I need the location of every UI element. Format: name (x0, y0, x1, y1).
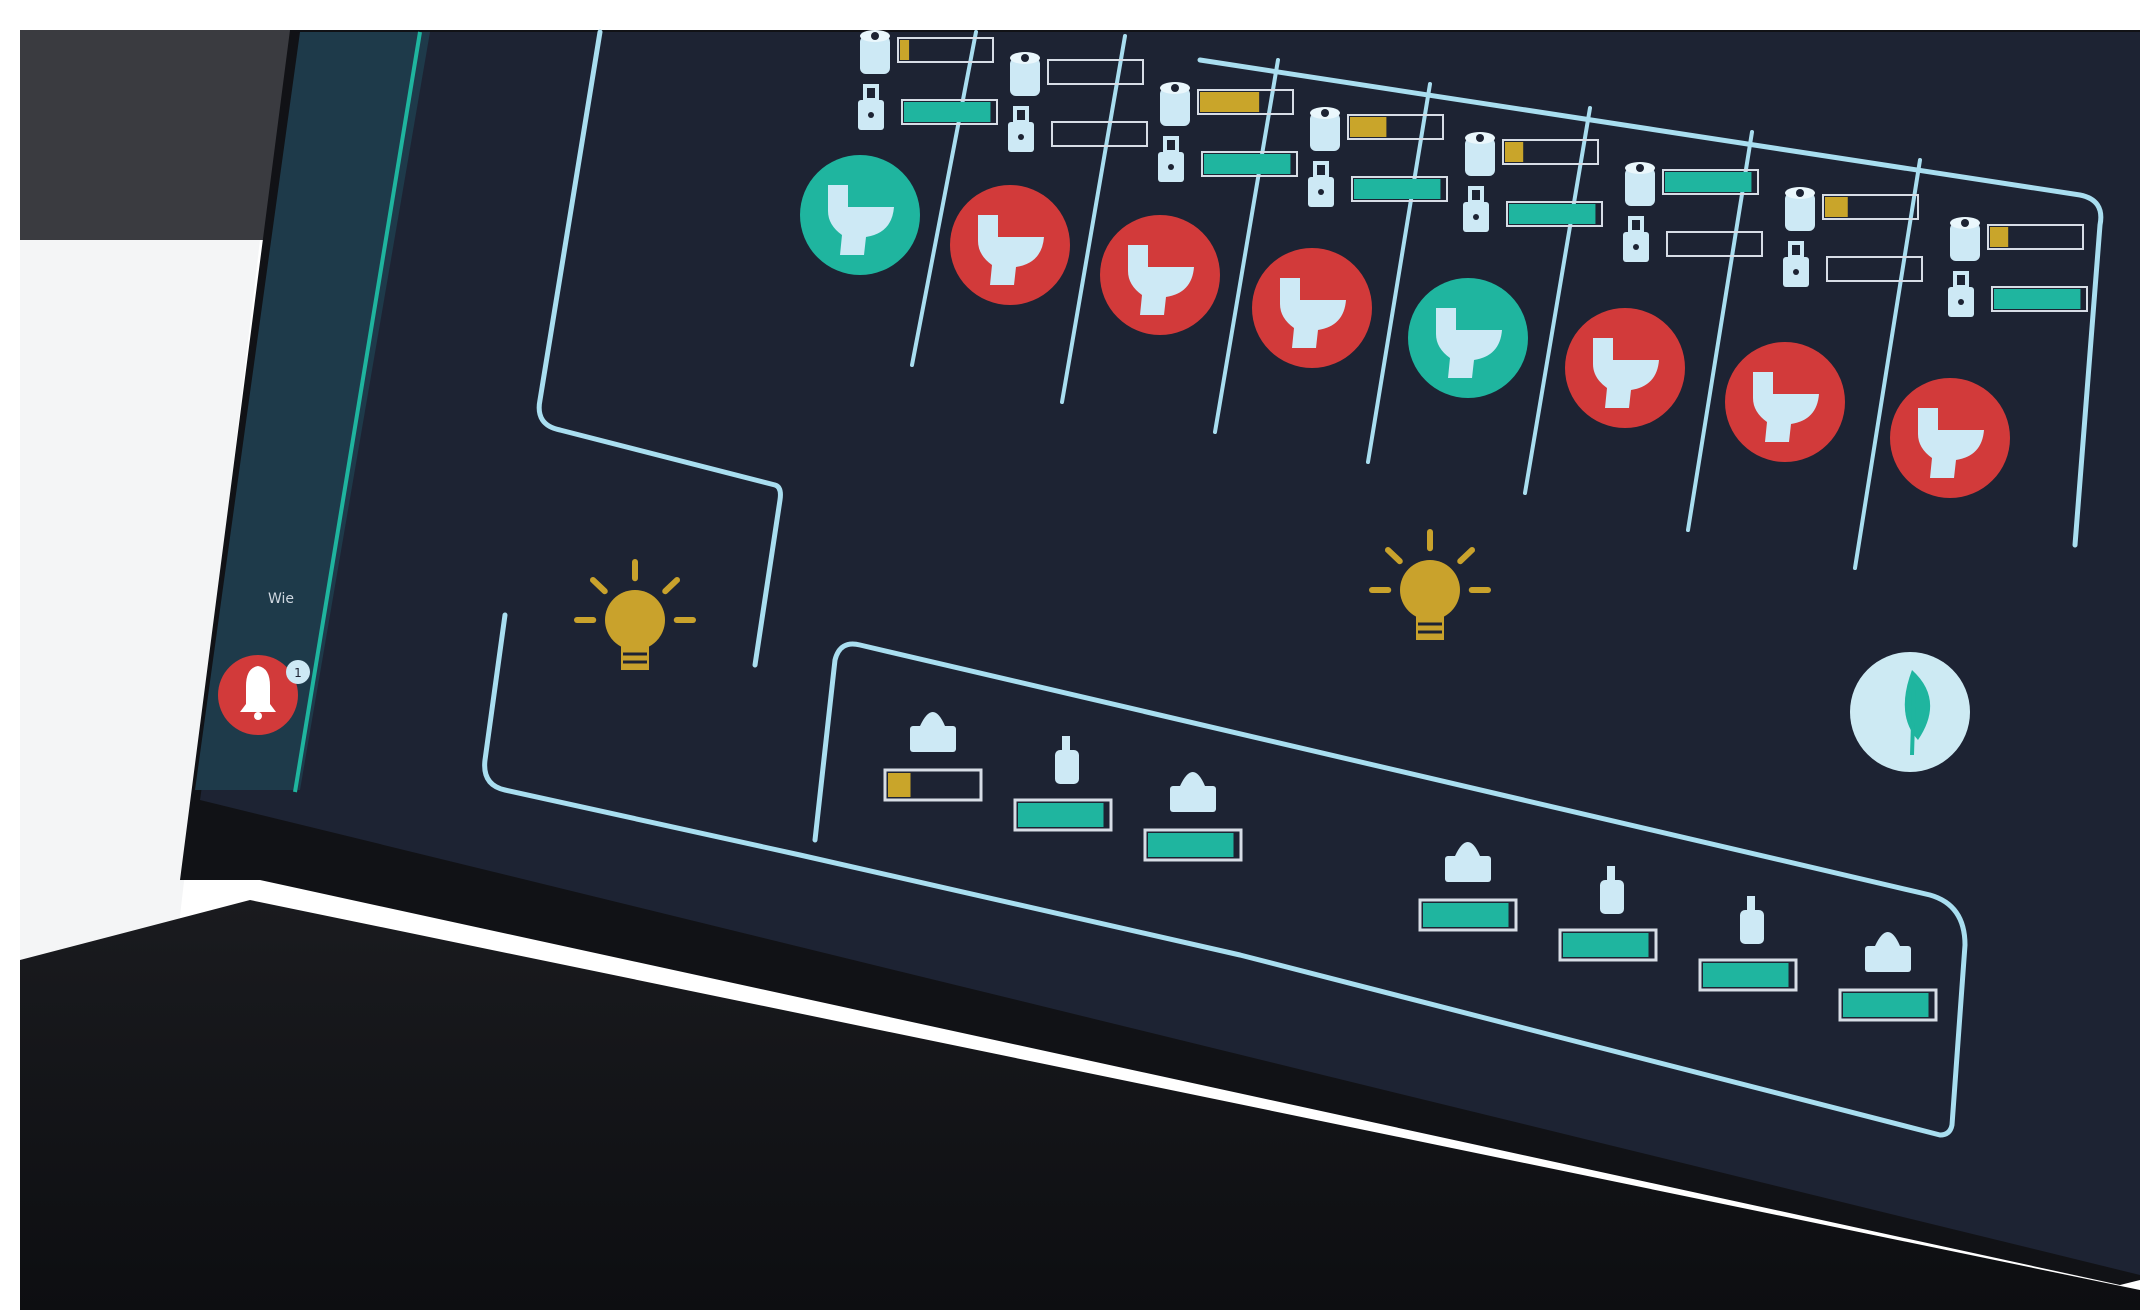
soap-level-fill (904, 102, 991, 122)
toilet-paper-icon (1310, 107, 1340, 151)
soap-level-fill (1994, 289, 2081, 309)
toilet-status-alert[interactable] (1565, 308, 1685, 428)
toilet-status-ok[interactable] (1408, 278, 1528, 398)
alert-badge-count: 1 (294, 666, 302, 680)
toilet-status-alert[interactable] (1890, 378, 2010, 498)
sidebar-label: Wie (268, 591, 294, 607)
soap-level-fill (1204, 154, 1291, 174)
toilet-paper-icon (1625, 162, 1655, 206)
paper-level-fill (1665, 172, 1752, 192)
paper-level-fill (1350, 117, 1387, 137)
dispenser-level-fill (1148, 833, 1234, 857)
dispenser-level-fill (888, 773, 911, 797)
toilet-paper-icon (1010, 52, 1040, 96)
dispenser-level-fill (1703, 963, 1789, 987)
dispenser-level-fill (1018, 803, 1104, 827)
monitoring-scene: Wie 1 (0, 0, 2140, 1310)
toilet-status-alert[interactable] (1252, 248, 1372, 368)
eco-button[interactable] (1850, 652, 1970, 772)
paper-level-fill (1200, 92, 1260, 112)
toilet-status-alert[interactable] (1100, 215, 1220, 335)
toilet-paper-icon (1950, 217, 1980, 261)
paper-level-fill (1505, 142, 1524, 162)
paper-level-fill (1825, 197, 1848, 217)
toilet-paper-icon (1160, 82, 1190, 126)
paper-level-fill (1990, 227, 2009, 247)
toilet-status-alert[interactable] (950, 185, 1070, 305)
toilet-paper-icon (1785, 187, 1815, 231)
toilet-status-ok[interactable] (800, 155, 920, 275)
soap-level-fill (1509, 204, 1596, 224)
toilet-paper-icon (860, 30, 890, 74)
toilet-paper-icon (1465, 132, 1495, 176)
dispenser-level-fill (1423, 903, 1509, 927)
soap-level-fill (1354, 179, 1441, 199)
dispenser-level-fill (1843, 993, 1929, 1017)
paper-level-fill (900, 40, 910, 60)
toilet-status-alert[interactable] (1725, 342, 1845, 462)
dispenser-level-fill (1563, 933, 1649, 957)
background-object (20, 30, 300, 240)
